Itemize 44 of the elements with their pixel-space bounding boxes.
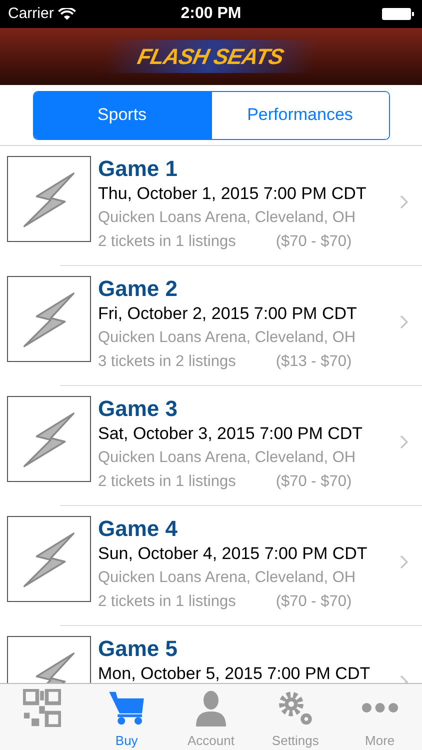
- tab-bar-item[interactable]: More: [338, 684, 422, 750]
- ticket-count: 2 tickets in 1 listings: [98, 232, 236, 252]
- battery-icon: [382, 8, 414, 20]
- event-row[interactable]: Game 1 Thu, October 1, 2015 7:00 PM CDT Quicken Loans Arena, Cleveland, OH 2 tickets in 1 listings ($70 - $70): [0, 146, 422, 266]
- event-venue: Quicken Loans Arena, Cleveland, OH: [98, 328, 356, 348]
- price-range: ($70 - $70): [276, 232, 352, 252]
- segment-tab[interactable]: Performances: [210, 92, 388, 138]
- clock-time: 2:00 PM: [180, 4, 242, 24]
- event-title: Game 5: [98, 636, 178, 662]
- ticket-count: 3 tickets in 2 listings: [98, 352, 236, 372]
- tab-bar-item[interactable]: Account: [168, 684, 254, 750]
- price-range: ($13 - $70): [276, 352, 352, 372]
- chevron-right-icon: [400, 555, 408, 569]
- qr-code-icon: [23, 689, 62, 727]
- event-venue: Quicken Loans Arena, Cleveland, OH: [98, 568, 356, 588]
- chevron-right-icon: [400, 435, 408, 449]
- gears-icon: [276, 689, 314, 726]
- chevron-right-icon: [400, 315, 408, 329]
- event-date: Fri, October 2, 2015 7:00 PM CDT: [98, 303, 357, 325]
- wifi-icon: [58, 8, 76, 20]
- event-date: Thu, October 1, 2015 7:00 PM CDT: [98, 183, 366, 205]
- event-title: Game 1: [98, 156, 178, 182]
- event-date: Sun, October 4, 2015 7:00 PM CDT: [98, 543, 368, 565]
- segment-tab[interactable]: Sports: [34, 92, 210, 138]
- event-title: Game 3: [98, 396, 178, 422]
- tab-bar-item[interactable]: Settings: [253, 684, 338, 750]
- shopping-cart-icon: [108, 689, 146, 726]
- event-venue: Quicken Loans Arena, Cleveland, OH: [98, 448, 356, 468]
- event-date: Mon, October 5, 2015 7:00 PM CDT: [98, 663, 370, 683]
- carrier-label: Carrier: [8, 4, 54, 24]
- event-row[interactable]: Game 3 Sat, October 3, 2015 7:00 PM CDT Quicken Loans Arena, Cleveland, OH 2 tickets in 1 listings ($70 - $70): [0, 386, 422, 506]
- chevron-right-icon: [400, 195, 408, 209]
- event-date: Sat, October 3, 2015 7:00 PM CDT: [98, 423, 363, 445]
- event-row[interactable]: Game 4 Sun, October 4, 2015 7:00 PM CDT Quicken Loans Arena, Cleveland, OH 2 tickets in 1 listings ($70 - $70): [0, 506, 422, 626]
- price-range: ($70 - $70): [276, 472, 352, 492]
- more-dots-icon: [360, 702, 399, 714]
- price-range: ($70 - $70): [276, 592, 352, 612]
- event-venue: Quicken Loans Arena, Cleveland, OH: [98, 208, 356, 228]
- event-row[interactable]: Game 2 Fri, October 2, 2015 7:00 PM CDT Quicken Loans Arena, Cleveland, OH 3 tickets in 2 listings ($13 - $70): [0, 266, 422, 386]
- ticket-count: 2 tickets in 1 listings: [98, 592, 236, 612]
- event-title: Game 4: [98, 516, 178, 542]
- event-title: Game 2: [98, 276, 178, 302]
- ticket-count: 2 tickets in 1 listings: [98, 472, 236, 492]
- tab-bar-item[interactable]: Buy: [84, 684, 169, 750]
